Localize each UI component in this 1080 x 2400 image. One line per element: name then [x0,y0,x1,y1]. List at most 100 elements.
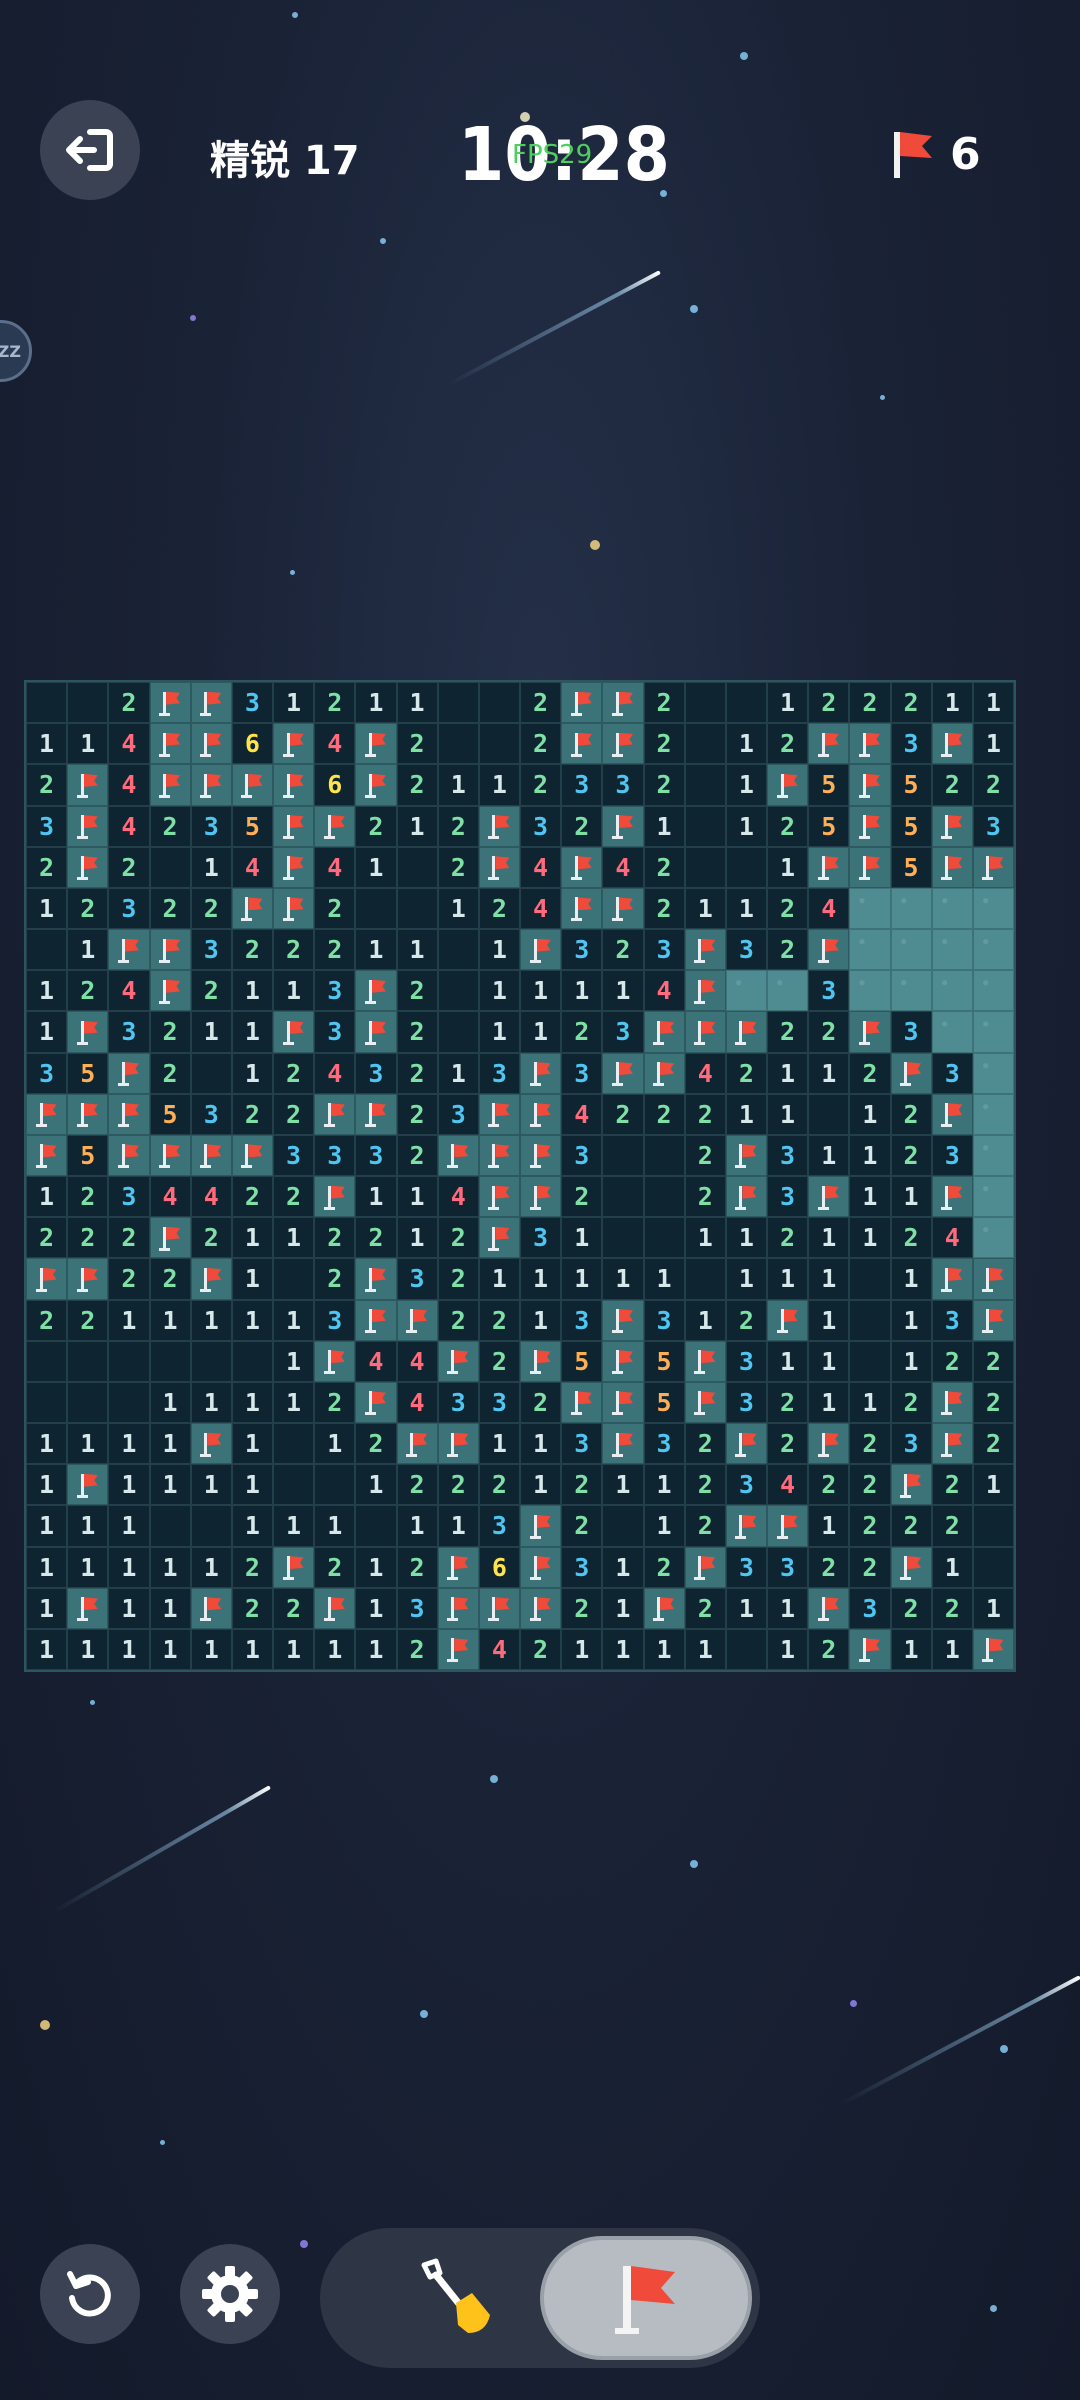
number-cell[interactable]: 2 [602,1093,644,1135]
number-cell[interactable]: 2 [108,1217,150,1259]
number-cell[interactable]: 3 [478,1381,520,1423]
number-cell[interactable]: 1 [396,1505,438,1547]
number-cell[interactable]: 3 [890,1423,932,1465]
exit-button[interactable] [40,100,140,200]
number-cell[interactable]: 3 [396,1587,438,1629]
number-cell[interactable]: 1 [190,1011,232,1053]
number-cell[interactable]: 1 [767,1587,809,1629]
number-cell[interactable]: 1 [684,1299,726,1341]
flagged-cell[interactable] [273,723,315,765]
number-cell[interactable]: 3 [314,1299,356,1341]
number-cell[interactable]: 2 [149,1011,191,1053]
number-cell[interactable]: 1 [355,682,397,724]
flagged-cell[interactable] [849,846,891,888]
number-cell[interactable]: 3 [890,1011,932,1053]
flagged-cell[interactable] [602,723,644,765]
flagged-cell[interactable] [561,723,603,765]
number-cell[interactable]: 2 [190,1217,232,1259]
number-cell[interactable]: 2 [725,1299,767,1341]
number-cell[interactable]: 1 [149,1587,191,1629]
flagged-cell[interactable] [437,1423,479,1465]
number-cell[interactable]: 4 [396,1340,438,1382]
flagged-cell[interactable] [314,1340,356,1382]
number-cell[interactable]: 6 [231,723,273,765]
flagged-cell[interactable] [149,1217,191,1259]
number-cell[interactable]: 2 [767,805,809,847]
flagged-cell[interactable] [478,1134,520,1176]
empty-cell[interactable] [396,846,438,888]
number-cell[interactable]: 1 [108,1628,150,1670]
number-cell[interactable]: 2 [643,846,685,888]
hidden-cell[interactable] [972,1093,1014,1135]
number-cell[interactable]: 1 [67,1505,109,1547]
number-cell[interactable]: 4 [520,846,562,888]
number-cell[interactable]: 1 [396,682,438,724]
number-cell[interactable]: 1 [478,970,520,1012]
flagged-cell[interactable] [26,1258,68,1300]
number-cell[interactable]: 5 [67,1134,109,1176]
number-cell[interactable]: 1 [190,1546,232,1588]
number-cell[interactable]: 3 [190,1093,232,1135]
number-cell[interactable]: 1 [67,929,109,971]
number-cell[interactable]: 1 [149,1381,191,1423]
empty-cell[interactable] [602,1505,644,1547]
number-cell[interactable]: 2 [561,1176,603,1218]
number-cell[interactable]: 5 [808,805,850,847]
number-cell[interactable]: 1 [931,1546,973,1588]
flagged-cell[interactable] [602,1381,644,1423]
number-cell[interactable]: 3 [108,887,150,929]
number-cell[interactable]: 1 [355,1464,397,1506]
number-cell[interactable]: 2 [643,1546,685,1588]
flagged-cell[interactable] [314,1176,356,1218]
hidden-cell[interactable] [931,887,973,929]
empty-cell[interactable] [602,1176,644,1218]
number-cell[interactable]: 3 [561,1052,603,1094]
flagged-cell[interactable] [478,1093,520,1135]
number-cell[interactable]: 3 [602,764,644,806]
number-cell[interactable]: 5 [643,1340,685,1382]
empty-cell[interactable] [273,1464,315,1506]
empty-cell[interactable] [149,1505,191,1547]
number-cell[interactable]: 1 [478,1258,520,1300]
number-cell[interactable]: 3 [767,1176,809,1218]
number-cell[interactable]: 2 [643,764,685,806]
hidden-cell[interactable] [849,970,891,1012]
flagged-cell[interactable] [972,1628,1014,1670]
number-cell[interactable]: 1 [273,970,315,1012]
number-cell[interactable]: 2 [684,1505,726,1547]
number-cell[interactable]: 2 [520,1381,562,1423]
number-cell[interactable]: 5 [67,1052,109,1094]
empty-cell[interactable] [684,682,726,724]
flagged-cell[interactable] [849,723,891,765]
number-cell[interactable]: 1 [273,1340,315,1382]
number-cell[interactable]: 4 [231,846,273,888]
number-cell[interactable]: 2 [396,1093,438,1135]
hidden-cell[interactable] [767,970,809,1012]
flagged-cell[interactable] [149,970,191,1012]
flag-mode-button[interactable] [540,2236,752,2360]
number-cell[interactable]: 1 [520,1423,562,1465]
number-cell[interactable]: 2 [273,1176,315,1218]
number-cell[interactable]: 1 [67,1628,109,1670]
hidden-cell[interactable] [890,970,932,1012]
flagged-cell[interactable] [602,805,644,847]
flagged-cell[interactable] [972,1299,1014,1341]
hidden-cell[interactable] [972,1217,1014,1259]
empty-cell[interactable] [149,846,191,888]
number-cell[interactable]: 1 [520,1464,562,1506]
number-cell[interactable]: 4 [396,1381,438,1423]
number-cell[interactable]: 2 [643,1093,685,1135]
number-cell[interactable]: 2 [190,887,232,929]
flagged-cell[interactable] [725,1011,767,1053]
number-cell[interactable]: 1 [149,1423,191,1465]
number-cell[interactable]: 2 [931,1587,973,1629]
number-cell[interactable]: 3 [561,1134,603,1176]
empty-cell[interactable] [684,1258,726,1300]
number-cell[interactable]: 1 [561,1217,603,1259]
number-cell[interactable]: 3 [931,1052,973,1094]
number-cell[interactable]: 1 [396,805,438,847]
flagged-cell[interactable] [190,1134,232,1176]
number-cell[interactable]: 2 [478,1464,520,1506]
flagged-cell[interactable] [767,1505,809,1547]
number-cell[interactable]: 2 [314,929,356,971]
